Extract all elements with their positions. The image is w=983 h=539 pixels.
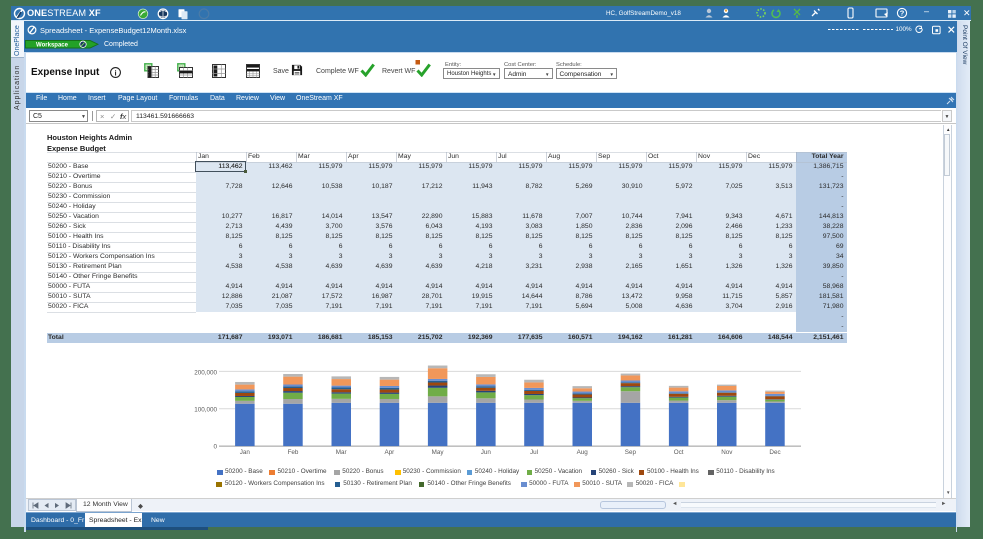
svg-text:Oct: Oct xyxy=(674,449,684,456)
svg-text:0: 0 xyxy=(213,443,217,450)
svg-text:Feb: Feb xyxy=(288,449,299,456)
svg-text:Jun: Jun xyxy=(481,449,492,456)
svg-text:Sep: Sep xyxy=(625,449,637,456)
svg-text:Jul: Jul xyxy=(530,449,538,456)
svg-text:100,000: 100,000 xyxy=(194,407,217,414)
svg-text:Mar: Mar xyxy=(336,449,347,456)
svg-text:Dec: Dec xyxy=(769,449,780,456)
svg-text:May: May xyxy=(432,449,445,456)
svg-text:Jan: Jan xyxy=(240,449,251,456)
svg-text:200,000: 200,000 xyxy=(194,370,217,377)
svg-text:Apr: Apr xyxy=(384,449,394,456)
svg-text:Nov: Nov xyxy=(721,449,733,456)
svg-text:Aug: Aug xyxy=(577,449,589,456)
